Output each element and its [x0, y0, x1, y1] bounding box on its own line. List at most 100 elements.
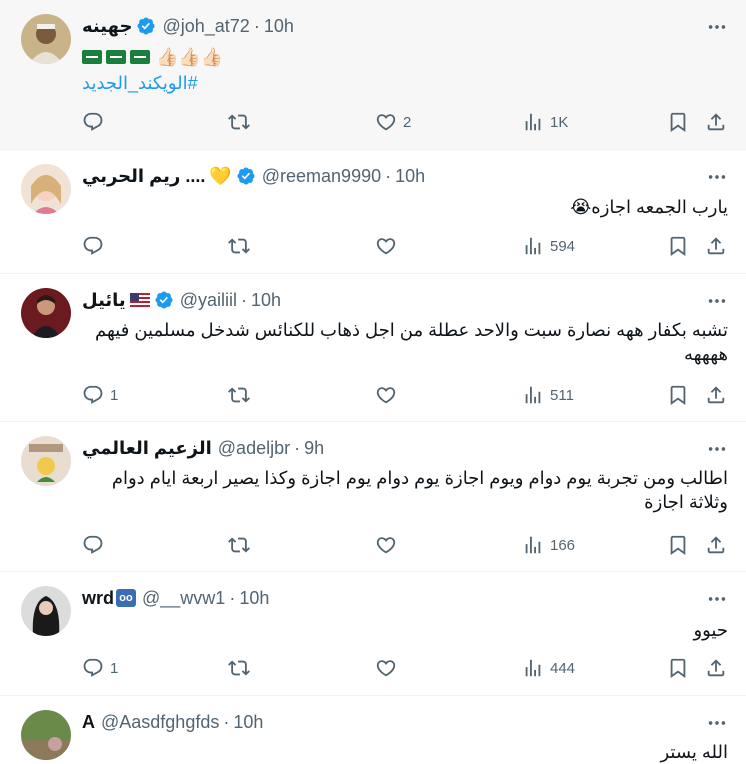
like-button[interactable] [375, 653, 403, 683]
tweet[interactable]: جهينه @joh_at72 · 10h 👍🏻👍🏻👍🏻 #الويكند_ال… [0, 0, 746, 150]
avatar[interactable] [21, 710, 71, 760]
bookmark-button[interactable] [667, 530, 689, 560]
retweet-button[interactable] [228, 231, 256, 261]
avatar[interactable] [21, 586, 71, 636]
tweet[interactable]: wrd oo @__wvw1 · 10h حيوو 1 444 [0, 572, 746, 696]
views-button[interactable]: 1K [522, 107, 568, 137]
handle[interactable]: @joh_at72 [162, 16, 249, 37]
avatar[interactable] [21, 14, 71, 64]
retweet-button[interactable] [228, 530, 256, 560]
timestamp[interactable]: 10h [239, 588, 269, 609]
display-name[interactable]: wrd [82, 588, 114, 609]
like-button[interactable] [375, 530, 403, 560]
like-button[interactable] [375, 380, 403, 410]
timestamp[interactable]: 9h [304, 438, 324, 459]
views-icon [522, 534, 544, 556]
timestamp[interactable]: 10h [395, 166, 425, 187]
tweet[interactable]: A @Aasdfghgfds · 10h الله يستر [0, 696, 746, 762]
bookmark-button[interactable] [667, 653, 689, 683]
avatar[interactable] [21, 164, 71, 214]
avatar[interactable] [21, 288, 71, 338]
more-icon[interactable] [706, 166, 728, 188]
tweet[interactable]: يائيل @yailiil · 10h تشبه بكفار ههه نصار… [0, 274, 746, 422]
bookmark-button[interactable] [667, 380, 689, 410]
more-icon[interactable] [706, 16, 728, 38]
reply-button[interactable] [82, 231, 110, 261]
retweet-button[interactable] [228, 380, 256, 410]
retweet-button[interactable] [228, 653, 256, 683]
display-name[interactable]: الزعيم العالمي [82, 438, 212, 459]
reply-icon [82, 111, 104, 133]
views-icon [522, 235, 544, 257]
saudi-flag-icon [82, 50, 102, 64]
tweet-text: حيوو [693, 620, 728, 640]
more-icon[interactable] [706, 712, 728, 734]
handle[interactable]: @__wvw1 [142, 588, 225, 609]
reply-icon [82, 384, 104, 406]
bookmark-button[interactable] [667, 231, 689, 261]
retweet-icon [228, 235, 250, 257]
retweet-button[interactable] [228, 107, 256, 137]
separator-dot: · [253, 15, 260, 36]
tweet[interactable]: ريم الحربي .... 💛 @reeman9990 · 10h يارب… [0, 150, 746, 274]
reply-icon [82, 657, 104, 679]
reply-icon [82, 534, 104, 556]
reply-button[interactable] [82, 107, 110, 137]
tweet-header: A @Aasdfghgfds · 10h [82, 710, 263, 734]
views-count: 444 [550, 659, 576, 677]
separator-dot: · [294, 437, 301, 458]
heart-icon [375, 657, 397, 679]
retweet-icon [228, 111, 250, 133]
reply-button[interactable]: 1 [82, 380, 118, 410]
bookmark-icon [667, 384, 689, 406]
timestamp[interactable]: 10h [264, 16, 294, 37]
share-button[interactable] [705, 380, 727, 410]
reply-icon [82, 235, 104, 257]
handle[interactable]: @yailiil [180, 290, 237, 311]
views-button[interactable]: 444 [522, 653, 575, 683]
share-button[interactable] [705, 231, 727, 261]
views-icon [522, 111, 544, 133]
handle[interactable]: @Aasdfghgfds [101, 712, 219, 733]
more-icon[interactable] [706, 438, 728, 460]
like-button[interactable] [375, 231, 403, 261]
display-name[interactable]: A [82, 712, 95, 733]
more-icon[interactable] [706, 290, 728, 312]
share-button[interactable] [705, 107, 727, 137]
share-button[interactable] [705, 530, 727, 560]
loop-emoji-icon: oo [116, 589, 137, 607]
tweet-header: wrd oo @__wvw1 · 10h [82, 586, 269, 610]
display-name[interactable]: جهينه [82, 16, 132, 37]
views-button[interactable]: 594 [522, 231, 575, 261]
share-icon [705, 534, 727, 556]
reply-button[interactable]: 1 [82, 653, 118, 683]
heart-icon [375, 235, 397, 257]
bookmark-icon [667, 657, 689, 679]
views-button[interactable]: 166 [522, 530, 575, 560]
reply-button[interactable] [82, 530, 110, 560]
like-button[interactable]: 2 [375, 107, 411, 137]
hashtag-link[interactable]: #الويكند_الجديد [82, 72, 198, 94]
handle[interactable]: @adeljbr [218, 438, 290, 459]
retweet-icon [228, 657, 250, 679]
thumbs-up-emoji: 👍🏻👍🏻👍🏻 [156, 47, 224, 67]
bookmark-button[interactable] [667, 107, 689, 137]
share-button[interactable] [705, 653, 727, 683]
timestamp[interactable]: 10h [233, 712, 263, 733]
retweet-icon [228, 534, 250, 556]
tweet-text: تشبه بكفار ههه نصارة سبت والاحد عطلة من … [95, 320, 728, 364]
display-name[interactable]: ريم الحربي .... [82, 166, 205, 187]
separator-dot: · [223, 711, 230, 732]
more-icon[interactable] [706, 588, 728, 610]
emoji-line: 👍🏻👍🏻👍🏻 [82, 46, 223, 68]
reply-count: 1 [110, 659, 119, 677]
bookmark-icon [667, 235, 689, 257]
tweet-header: جهينه @joh_at72 · 10h [82, 14, 294, 38]
views-button[interactable]: 511 [522, 380, 574, 410]
timestamp[interactable]: 10h [251, 290, 281, 311]
handle[interactable]: @reeman9990 [262, 166, 381, 187]
display-name[interactable]: يائيل [82, 290, 126, 311]
avatar[interactable] [21, 436, 71, 486]
separator-dot: · [229, 587, 236, 608]
tweet[interactable]: الزعيم العالمي @adeljbr · 9h اطالب ومن ت… [0, 422, 746, 572]
